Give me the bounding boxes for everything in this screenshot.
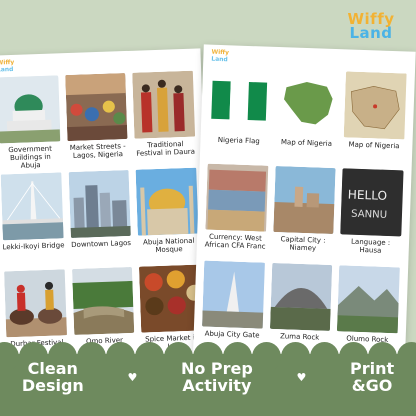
rock-icon (269, 262, 333, 331)
flashcard-caption: Zuma Rock (279, 332, 320, 342)
map-atlas-icon (343, 71, 407, 140)
river-icon (71, 266, 135, 335)
flashcard: Currency: West African CFA Franc (202, 163, 270, 263)
flashcard: Map of Nigeria (273, 69, 341, 168)
city-icon (68, 169, 132, 239)
feature-banner: Clean Design ♥ No Prep Activity ♥ Print &GO (0, 342, 416, 416)
flashcard-caption: Map of Nigeria (348, 140, 400, 151)
flashcard-caption: Government Buildings in Abuja (8, 144, 53, 170)
mini-logo: Wiffy Land (0, 58, 15, 74)
flashcard: Traditional Festival in Daura (130, 70, 198, 170)
festival-icon (132, 70, 196, 139)
flashcard-caption: Capital City : Niamey (280, 235, 326, 253)
hills-icon (337, 265, 401, 334)
bridge-icon (0, 172, 64, 241)
gold-dome-icon (135, 167, 199, 236)
city-dusk-icon (272, 165, 336, 235)
map-green-icon (276, 69, 340, 138)
flashcard-caption: Market Streets - Lagos, Nigeria (69, 142, 126, 160)
mini-logo: Wiffy Land (211, 48, 230, 64)
flashcard-caption: Abuja City Gate (204, 329, 260, 340)
clean-design-tag: Clean Design (21, 359, 84, 395)
svg-text:SANNU: SANNU (351, 209, 387, 221)
flashcard: HELLO SANNU Language : Hausa (338, 168, 406, 267)
flashcard-caption: Map of Nigeria (280, 138, 333, 148)
chalkboard-icon: HELLO SANNU (340, 168, 404, 237)
flashcard-sheet-left: WiffyLand Government Buildings in Abuja (0, 48, 212, 376)
nigeria-flag-icon (208, 66, 272, 135)
flashcard: Capital City : Niamey (270, 165, 338, 265)
flashcard: Abuja National Mosque (134, 167, 202, 267)
flashcard: Map of Nigeria (341, 71, 409, 170)
gate-icon (201, 260, 265, 329)
logo-line-2: Land (349, 24, 393, 42)
wiffy-land-logo: Wiffy Land (344, 12, 398, 42)
flashcard-caption: Language : Hausa (350, 237, 391, 255)
banknotes-icon (205, 163, 269, 232)
no-prep-activity-tag: No Prep Activity (180, 359, 253, 395)
flashcard: Market Streets - Lagos, Nigeria (63, 73, 131, 172)
flashcard-caption: Currency: West African CFA Franc (204, 232, 266, 251)
horse-riders-icon (4, 269, 67, 338)
flashcard: Lekki-Ikoyi Bridge (0, 172, 67, 271)
flashcard: Government Buildings in Abuja (0, 75, 63, 174)
flashcard-caption: Lekki-Ikoyi Bridge (2, 241, 65, 252)
flashcard-caption: Traditional Festival in Daura (136, 140, 196, 158)
spices-icon (139, 264, 203, 333)
svg-text:HELLO: HELLO (348, 188, 388, 203)
heart-icon: ♥ (127, 370, 138, 384)
flashcard-caption: Downtown Lagos (71, 238, 132, 250)
flashcard-caption: Nigeria Flag (217, 135, 260, 146)
mosque-dome-icon (0, 75, 61, 144)
flashcard: Downtown Lagos (66, 169, 134, 269)
flashcard-caption: Abuja National Mosque (142, 236, 195, 255)
flashcard-sheet-right: Wiffy Land Nigeria Flag Map of Nigeria M… (192, 44, 416, 382)
heart-icon: ♥ (296, 370, 307, 384)
market-crowd-icon (64, 73, 128, 142)
flashcard: Nigeria Flag (206, 66, 274, 166)
print-and-go-tag: Print &GO (349, 359, 395, 395)
